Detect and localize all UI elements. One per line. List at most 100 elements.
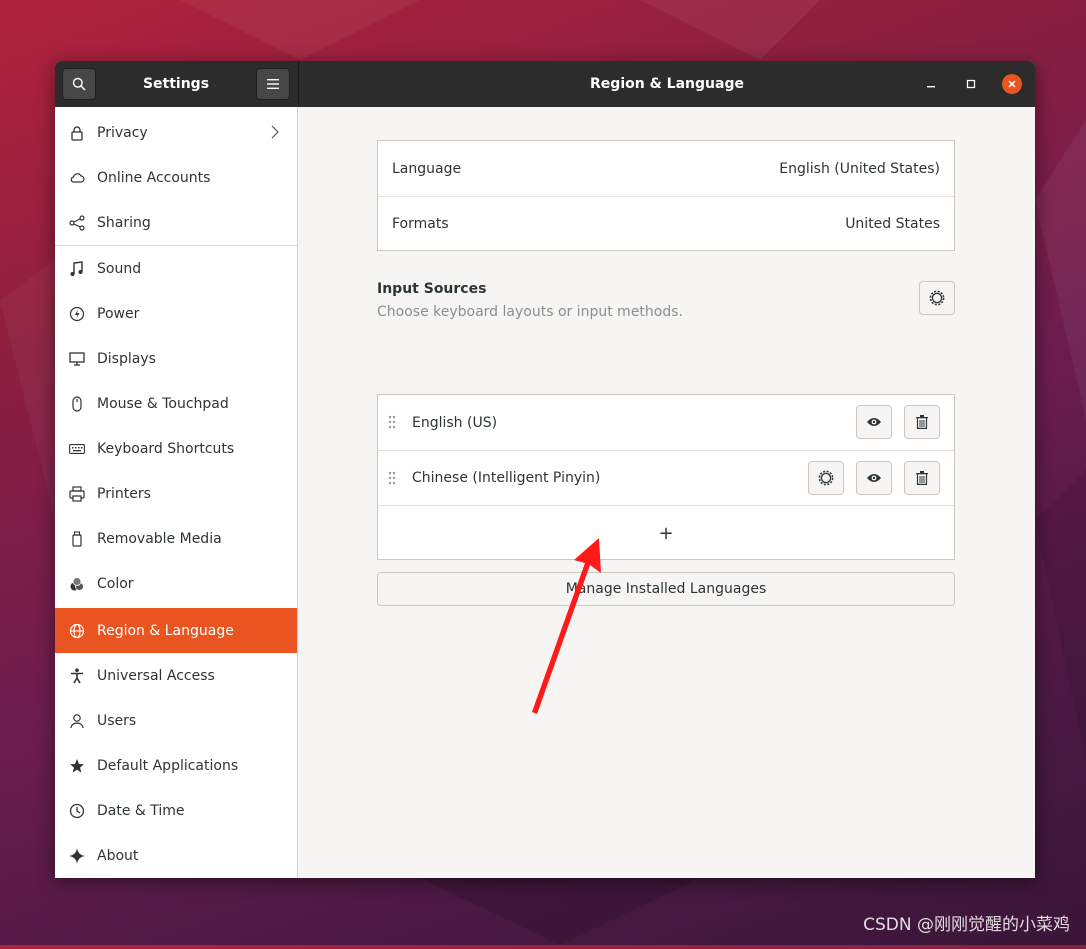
sidebar-item-label: Sound [97, 260, 142, 277]
formats-label: Formats [392, 216, 449, 232]
close-button[interactable] [1002, 74, 1022, 94]
input-sources-title: Input Sources [377, 281, 487, 297]
manage-installed-languages-button[interactable]: Manage Installed Languages [377, 572, 955, 606]
sidebar-item-users[interactable]: Users [55, 698, 297, 743]
input-source-name: Chinese (Intelligent Pinyin) [412, 470, 601, 486]
sidebar-item-region-language[interactable]: Region & Language [55, 608, 297, 653]
sidebar-item-label: Sharing [97, 214, 151, 231]
sidebar-item-mouse-touchpad[interactable]: Mouse & Touchpad [55, 381, 297, 426]
settings-window: Settings Region & Language Privacy Onlin… [55, 61, 1035, 878]
input-sources-options-button[interactable] [919, 281, 955, 315]
hamburger-icon [267, 79, 279, 89]
users-icon [69, 713, 85, 729]
sidebar-title: Settings [142, 76, 210, 92]
sidebar-item-universal-access[interactable]: Universal Access [55, 653, 297, 698]
sidebar-item-removable-media[interactable]: Removable Media [55, 516, 297, 561]
sidebar-headerbar: Settings [55, 61, 299, 107]
sidebar-item-sound[interactable]: Sound [55, 246, 297, 291]
drag-handle-icon[interactable] [388, 415, 396, 429]
menu-button[interactable] [256, 68, 290, 100]
preview-layout-button[interactable] [856, 461, 892, 495]
language-value: English (United States) [779, 160, 940, 177]
sidebar-item-power[interactable]: Power [55, 291, 297, 336]
mouse-icon [69, 395, 85, 412]
globe-icon [69, 623, 85, 639]
trash-icon [916, 471, 928, 485]
power-icon [69, 306, 85, 322]
sidebar: Privacy Online Accounts Sharing Sound Po… [55, 107, 298, 878]
search-icon [72, 77, 86, 91]
maximize-icon [966, 79, 976, 89]
sidebar-item-label: Printers [97, 485, 151, 502]
input-source-row[interactable]: Chinese (Intelligent Pinyin) [378, 450, 954, 505]
sidebar-item-label: Color [97, 575, 134, 592]
maximize-button[interactable] [961, 74, 981, 94]
sidebar-item-label: Users [97, 712, 137, 729]
formats-row[interactable]: Formats United States [378, 196, 954, 251]
display-icon [69, 351, 85, 367]
sidebar-item-displays[interactable]: Displays [55, 336, 297, 381]
remove-input-source-button[interactable] [904, 405, 940, 439]
language-label: Language [392, 160, 462, 177]
star-icon [69, 758, 85, 774]
input-sources-list: English (US) Chinese (Intelligent Pinyin… [377, 394, 955, 560]
formats-value: United States [845, 216, 940, 232]
sidebar-item-privacy[interactable]: Privacy [55, 110, 297, 155]
minimize-icon [927, 86, 935, 88]
lock-icon [69, 125, 85, 141]
remove-input-source-button[interactable] [904, 461, 940, 495]
sidebar-item-label: Default Applications [97, 757, 239, 774]
add-input-source-button[interactable]: + [378, 505, 954, 560]
region-language-panel: Language English (United States) Formats… [298, 107, 1035, 878]
input-source-name: English (US) [412, 414, 498, 431]
sparkle-icon [69, 847, 85, 864]
input-sources-subtitle: Choose keyboard layouts or input methods… [377, 304, 683, 320]
sidebar-item-label: Universal Access [97, 667, 215, 684]
close-icon [1008, 80, 1016, 88]
drag-handle-icon[interactable] [388, 471, 396, 485]
sidebar-item-label: Displays [97, 350, 156, 367]
clock-icon [69, 803, 85, 819]
gear-icon [818, 470, 834, 486]
preview-layout-button[interactable] [856, 405, 892, 439]
input-source-row[interactable]: English (US) [378, 395, 954, 450]
sidebar-item-label: Power [97, 305, 140, 322]
keyboard-icon [69, 441, 85, 457]
eye-icon [867, 418, 881, 426]
sidebar-item-label: Date & Time [97, 802, 185, 819]
sidebar-item-default-applications[interactable]: Default Applications [55, 743, 297, 788]
cloud-icon [69, 170, 85, 186]
sidebar-item-online-accounts[interactable]: Online Accounts [55, 155, 297, 200]
printer-icon [69, 485, 85, 502]
chevron-right-icon [271, 125, 279, 139]
gear-icon [929, 290, 945, 306]
language-row[interactable]: Language English (United States) [378, 141, 954, 196]
sidebar-item-label: Keyboard Shortcuts [97, 440, 235, 457]
sidebar-item-about[interactable]: About [55, 833, 297, 878]
sidebar-item-date-time[interactable]: Date & Time [55, 788, 297, 833]
region-frame: Language English (United States) Formats… [377, 140, 955, 251]
minimize-button[interactable] [921, 74, 941, 94]
sidebar-item-label: Privacy [97, 124, 148, 141]
trash-icon [916, 415, 928, 429]
eye-icon [867, 474, 881, 482]
accessibility-icon [69, 667, 85, 684]
removable-media-icon [69, 530, 85, 547]
sidebar-item-printers[interactable]: Printers [55, 471, 297, 516]
sidebar-item-color[interactable]: Color [55, 561, 297, 606]
share-icon [69, 214, 85, 231]
sidebar-item-sharing[interactable]: Sharing [55, 200, 297, 245]
sidebar-item-label: Removable Media [97, 530, 222, 547]
watermark: CSDN @刚刚觉醒的小菜鸡 [863, 915, 1070, 935]
add-icon: + [658, 522, 674, 544]
sidebar-item-label: Region & Language [97, 622, 234, 639]
sidebar-item-keyboard-shortcuts[interactable]: Keyboard Shortcuts [55, 426, 297, 471]
sidebar-item-label: About [97, 847, 139, 864]
search-button[interactable] [62, 68, 96, 100]
input-source-settings-button[interactable] [808, 461, 844, 495]
sidebar-item-label: Online Accounts [97, 169, 211, 186]
music-note-icon [69, 260, 85, 277]
headerbar: Settings Region & Language [55, 61, 1035, 107]
sidebar-item-label: Mouse & Touchpad [97, 395, 229, 412]
color-icon [69, 576, 85, 592]
